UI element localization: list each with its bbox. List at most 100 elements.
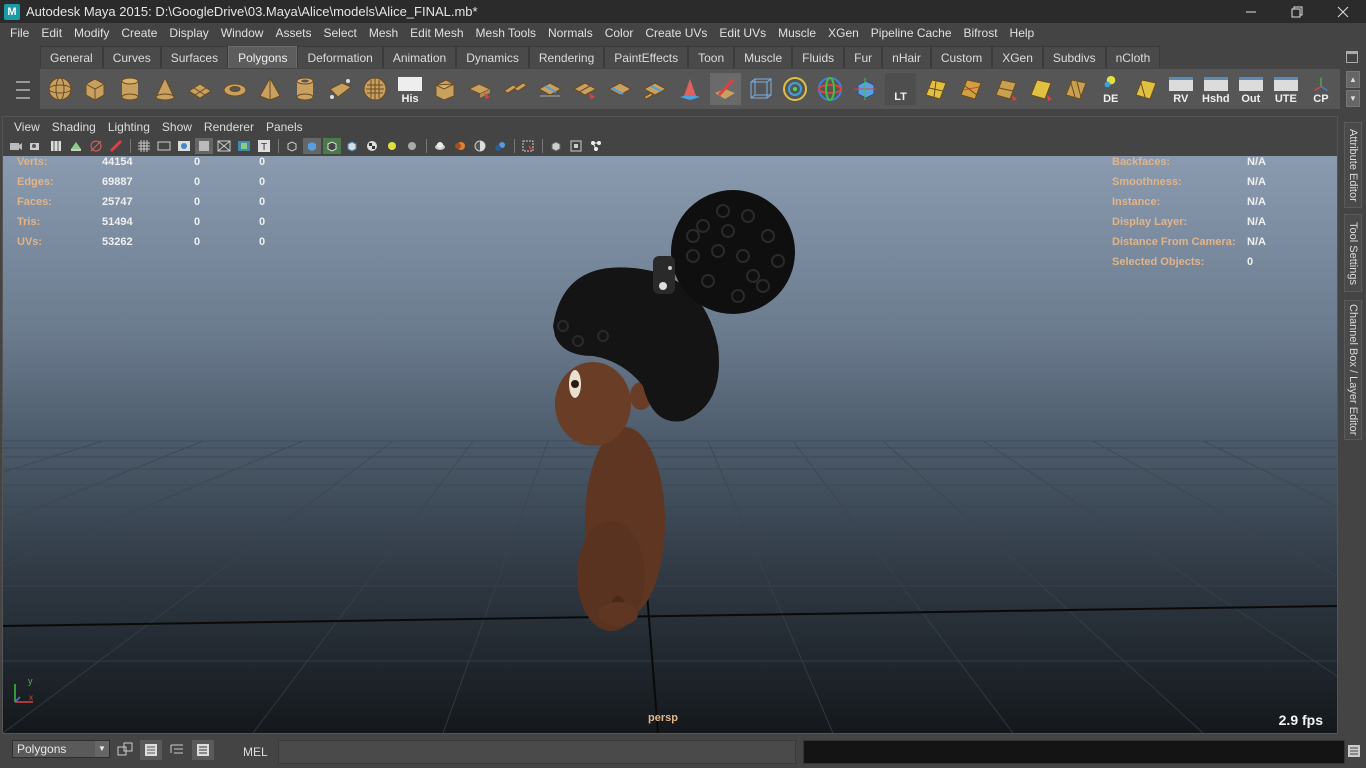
close-button[interactable] (1320, 0, 1366, 23)
panel-menu-shading[interactable]: Shading (46, 120, 102, 134)
menu-mesh[interactable]: Mesh (363, 23, 404, 43)
slide-edge-icon[interactable] (640, 73, 672, 105)
shadows-icon[interactable] (403, 138, 421, 154)
depth-of-field-icon[interactable] (491, 138, 509, 154)
shelf-tab-fluids[interactable]: Fluids (792, 46, 845, 68)
shelf-tab-muscle[interactable]: Muscle (734, 46, 793, 68)
poly-sphere-icon[interactable] (44, 73, 76, 105)
shelf-tab-curves[interactable]: Curves (102, 46, 161, 68)
poly-platonic-icon[interactable] (324, 73, 356, 105)
extrude-icon[interactable] (429, 73, 461, 105)
hshd-tool[interactable]: Hshd (1200, 73, 1232, 105)
bridge-icon[interactable] (464, 73, 496, 105)
tab-tool-settings[interactable]: Tool Settings (1344, 214, 1362, 292)
uv-layout-icon-6[interactable] (1130, 73, 1162, 105)
shelf-tab-deformation[interactable]: Deformation (297, 46, 383, 68)
resolution-gate-icon[interactable] (175, 138, 193, 154)
append-polygon-icon[interactable] (499, 73, 531, 105)
multisample-aa-icon[interactable] (471, 138, 489, 154)
menu-modify[interactable]: Modify (68, 23, 115, 43)
script-editor-icon[interactable] (1347, 744, 1361, 758)
shelf-tab-toon[interactable]: Toon (688, 46, 735, 68)
hypergraph-icon[interactable] (166, 740, 188, 760)
lt-tool[interactable]: LT (884, 73, 917, 105)
blue-cube-icon[interactable] (850, 73, 882, 105)
tab-channel-box-layer-editor[interactable]: Channel Box / Layer Editor (1344, 300, 1362, 440)
menu-pipeline-cache[interactable]: Pipeline Cache (865, 23, 958, 43)
sculpt-geometry-icon[interactable] (675, 73, 707, 105)
poly-torus-icon[interactable] (219, 73, 251, 105)
menu-assets[interactable]: Assets (269, 23, 317, 43)
xray-joints-icon[interactable] (567, 138, 585, 154)
motion-blur-icon[interactable] (451, 138, 469, 154)
wireframe-shading-icon[interactable] (283, 138, 301, 154)
2d-pan-zoom-icon[interactable] (87, 138, 105, 154)
insert-edge-loop-icon[interactable] (534, 73, 566, 105)
mel-command-input[interactable] (278, 740, 796, 764)
menu-create-uvs[interactable]: Create UVs (639, 23, 713, 43)
poly-pyramid-icon[interactable] (254, 73, 286, 105)
shelf-tab-rendering[interactable]: Rendering (528, 46, 605, 68)
trash-icon[interactable] (1346, 51, 1358, 63)
cp-tool[interactable]: CP (1305, 73, 1337, 105)
smooth-shade-icon[interactable] (303, 138, 321, 154)
uv-layout-icon-4[interactable] (1025, 73, 1057, 105)
poly-cone-icon[interactable] (149, 73, 181, 105)
de-tool[interactable]: DE (1095, 73, 1127, 105)
poly-plane-icon[interactable] (184, 73, 216, 105)
gate-mask-icon[interactable] (195, 138, 213, 154)
textured-icon[interactable] (343, 138, 361, 154)
uv-layout-icon-5[interactable] (1060, 73, 1092, 105)
paint-brush-icon[interactable] (709, 73, 742, 105)
shelf-scroll-up-icon[interactable]: ▲ (1346, 71, 1360, 88)
uv-layout-icon-3[interactable] (990, 73, 1022, 105)
xray-icon[interactable] (547, 138, 565, 154)
3d-viewport[interactable]: Verts: 44154 0 0 Edges: 69887 0 0 Faces: 25747 0 0 T… (3, 156, 1337, 733)
shelf-tab-xgen[interactable]: XGen (992, 46, 1043, 68)
minimize-button[interactable] (1228, 0, 1274, 23)
shelf-tab-subdivs[interactable]: Subdivs (1042, 46, 1106, 68)
rv-tool[interactable]: RV (1165, 73, 1197, 105)
menu-edit-uvs[interactable]: Edit UVs (713, 23, 772, 43)
menu-set-select[interactable]: Polygons ▼ (12, 740, 110, 758)
screen-space-ao-icon[interactable] (431, 138, 449, 154)
menu-create[interactable]: Create (115, 23, 163, 43)
menu-xgen[interactable]: XGen (822, 23, 865, 43)
shelf-tab-custom[interactable]: Custom (930, 46, 993, 68)
menu-bifrost[interactable]: Bifrost (958, 23, 1004, 43)
panel-menu-panels[interactable]: Panels (260, 120, 309, 134)
shelf-handle[interactable] (10, 47, 36, 109)
restore-button[interactable] (1274, 0, 1320, 23)
select-camera-icon[interactable] (7, 138, 25, 154)
safe-action-icon[interactable] (235, 138, 253, 154)
poly-cube-icon[interactable] (79, 73, 111, 105)
menu-display[interactable]: Display (163, 23, 214, 43)
panel-menu-renderer[interactable]: Renderer (198, 120, 260, 134)
tab-attribute-editor[interactable]: Attribute Editor (1344, 122, 1362, 208)
grease-pencil-icon[interactable] (107, 138, 125, 154)
uv-layout-icon-2[interactable] (955, 73, 987, 105)
menu-color[interactable]: Color (599, 23, 640, 43)
safe-title-icon[interactable]: T (255, 138, 273, 154)
bookmarks-icon[interactable] (47, 138, 65, 154)
shelf-tab-painteffects[interactable]: PaintEffects (604, 46, 689, 68)
wireframe-cage-icon[interactable] (745, 73, 777, 105)
shelf-tab-polygons[interactable]: Polygons (228, 46, 298, 68)
shelf-tab-nhair[interactable]: nHair (882, 46, 931, 68)
shelf-tab-surfaces[interactable]: Surfaces (160, 46, 229, 68)
shelf-tab-animation[interactable]: Animation (382, 46, 457, 68)
menu-muscle[interactable]: Muscle (772, 23, 822, 43)
script-language-label[interactable]: MEL (243, 745, 268, 759)
film-gate-icon[interactable] (155, 138, 173, 154)
menu-edit[interactable]: Edit (35, 23, 68, 43)
out-tool[interactable]: Out (1235, 73, 1267, 105)
menu-edit-mesh[interactable]: Edit Mesh (404, 23, 469, 43)
camera-attributes-icon[interactable] (27, 138, 45, 154)
menu-normals[interactable]: Normals (542, 23, 599, 43)
panel-menu-lighting[interactable]: Lighting (102, 120, 156, 134)
menu-file[interactable]: File (4, 23, 35, 43)
shelf-tab-ncloth[interactable]: nCloth (1105, 46, 1161, 68)
menu-window[interactable]: Window (215, 23, 270, 43)
shelf-tab-general[interactable]: General (40, 46, 103, 68)
grid-toggle-icon[interactable] (135, 138, 153, 154)
